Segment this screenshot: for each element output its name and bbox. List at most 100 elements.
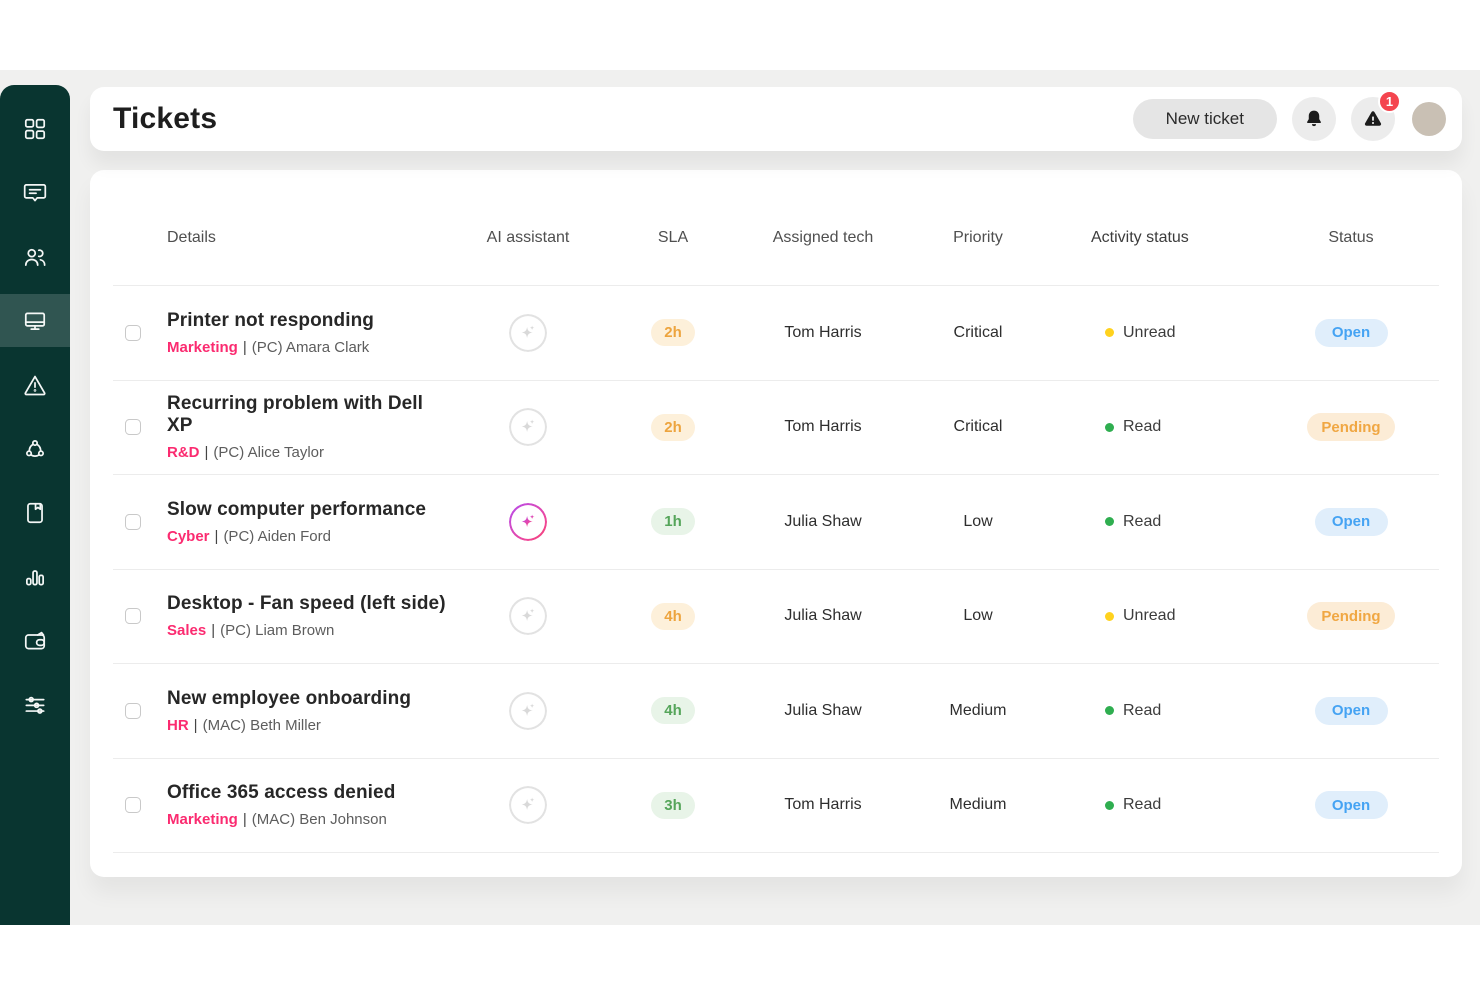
column-header-status: Status [1263, 229, 1439, 247]
sidebar-item-knowledge-base[interactable] [0, 481, 70, 545]
ticket-details[interactable]: Office 365 access denied Marketing|(MAC)… [153, 782, 453, 828]
sidebar-item-messages[interactable] [0, 161, 70, 225]
sliders-icon [22, 692, 48, 718]
network-nodes-icon [22, 436, 48, 462]
row-checkbox[interactable] [125, 703, 141, 719]
sparkle-icon [517, 322, 539, 344]
status-badge[interactable]: Open [1315, 319, 1388, 347]
sidebar-item-network[interactable] [0, 417, 70, 481]
ticket-title: Office 365 access denied [167, 782, 453, 804]
subtitle-separator: | [243, 339, 247, 356]
ticket-department: HR [167, 717, 189, 734]
table-row: Office 365 access denied Marketing|(MAC)… [113, 759, 1439, 854]
book-icon [22, 500, 48, 526]
ticket-details[interactable]: Printer not responding Marketing|(PC) Am… [153, 310, 453, 356]
wallet-icon [22, 628, 48, 654]
assigned-tech: Tom Harris [743, 324, 903, 342]
row-checkbox[interactable] [125, 419, 141, 435]
ai-assistant-button[interactable] [509, 692, 547, 730]
ticket-subtitle: Cyber|(PC) Aiden Ford [167, 528, 453, 545]
table-row: Slow computer performance Cyber|(PC) Aid… [113, 475, 1439, 570]
subtitle-separator: | [194, 717, 198, 734]
activity-status: Unread [1053, 607, 1263, 625]
table-header-row: Details AI assistant SLA Assigned tech P… [113, 170, 1439, 286]
sidebar-item-users[interactable] [0, 225, 70, 289]
ticket-title: Slow computer performance [167, 499, 453, 521]
tickets-table: Details AI assistant SLA Assigned tech P… [90, 170, 1462, 877]
ticket-title: New employee onboarding [167, 688, 453, 710]
sidebar-item-settings[interactable] [0, 673, 70, 737]
alerts-button[interactable]: 1 [1351, 97, 1395, 141]
status-badge[interactable]: Open [1315, 697, 1388, 725]
ticket-subtitle: Marketing|(PC) Amara Clark [167, 339, 453, 356]
ticket-device-user: (PC) Liam Brown [220, 622, 334, 639]
user-avatar[interactable] [1412, 102, 1446, 136]
assigned-tech: Julia Shaw [743, 513, 903, 531]
ticket-device-user: (PC) Amara Clark [252, 339, 370, 356]
sidebar-item-devices[interactable] [0, 294, 70, 347]
activity-label: Unread [1123, 607, 1175, 625]
ticket-details[interactable]: New employee onboarding HR | (MAC) Beth Mi… [153, 688, 453, 734]
ticket-device-user: (PC) Alice Taylor [213, 444, 324, 461]
activity-dot [1105, 612, 1114, 621]
sparkle-icon [517, 605, 539, 627]
status-badge[interactable]: Pending [1307, 413, 1394, 441]
ticket-department: Marketing [167, 811, 238, 828]
sidebar-item-alerts[interactable] [0, 353, 70, 417]
activity-dot [1105, 706, 1114, 715]
priority: Low [903, 513, 1053, 531]
table-row: Desktop - Fan speed (left side) Sales|(P… [113, 570, 1439, 665]
activity-status: Unread [1053, 324, 1263, 342]
sparkle-icon [517, 794, 539, 816]
ai-assistant-button[interactable] [509, 503, 547, 541]
ai-assistant-button[interactable] [509, 314, 547, 352]
chat-icon [22, 180, 48, 206]
ai-assistant-button[interactable] [509, 786, 547, 824]
activity-label: Read [1123, 796, 1161, 814]
row-checkbox[interactable] [125, 797, 141, 813]
ticket-title: Recurring problem with Dell XP [167, 393, 453, 437]
users-icon [22, 244, 48, 270]
sidebar-item-dashboard[interactable] [0, 97, 70, 161]
status-badge[interactable]: Open [1315, 508, 1388, 536]
bar-chart-icon [22, 564, 48, 590]
activity-label: Read [1123, 418, 1161, 436]
status-badge[interactable]: Pending [1307, 602, 1394, 630]
monitor-icon [22, 308, 48, 334]
column-header-sla: SLA [603, 229, 743, 247]
priority: Medium [903, 796, 1053, 814]
row-checkbox[interactable] [125, 325, 141, 341]
assigned-tech: Julia Shaw [743, 607, 903, 625]
subtitle-separator: | [211, 622, 215, 639]
column-header-priority: Priority [903, 229, 1053, 247]
column-header-details: Details [153, 229, 453, 247]
sla-badge: 1h [651, 508, 695, 535]
new-ticket-button[interactable]: New ticket [1133, 99, 1277, 139]
activity-status: Read [1053, 796, 1263, 814]
priority: Critical [903, 418, 1053, 436]
notifications-button[interactable] [1292, 97, 1336, 141]
priority: Medium [903, 702, 1053, 720]
ticket-subtitle: Sales|(PC) Liam Brown [167, 622, 453, 639]
activity-dot [1105, 517, 1114, 526]
ticket-device-user: (MAC) Beth Miller [203, 717, 321, 734]
column-header-assigned-tech: Assigned tech [743, 229, 903, 247]
sidebar-item-billing[interactable] [0, 609, 70, 673]
ai-assistant-button[interactable] [509, 408, 547, 446]
activity-label: Read [1123, 702, 1161, 720]
ticket-department: Cyber [167, 528, 210, 545]
row-checkbox[interactable] [125, 608, 141, 624]
sidebar-item-reports[interactable] [0, 545, 70, 609]
activity-dot [1105, 328, 1114, 337]
sparkle-icon [517, 416, 539, 438]
sla-badge: 4h [651, 603, 695, 630]
ticket-details[interactable]: Slow computer performance Cyber|(PC) Aid… [153, 499, 453, 545]
sla-badge: 4h [651, 697, 695, 724]
topbar: Tickets New ticket 1 [90, 87, 1462, 151]
ticket-details[interactable]: Recurring problem with Dell XP R&D|(PC) … [153, 393, 453, 461]
ticket-details[interactable]: Desktop - Fan speed (left side) Sales|(P… [153, 593, 453, 639]
status-badge[interactable]: Open [1315, 791, 1388, 819]
ai-assistant-button[interactable] [509, 597, 547, 635]
ticket-device-user: (MAC) Ben Johnson [252, 811, 387, 828]
row-checkbox[interactable] [125, 514, 141, 530]
